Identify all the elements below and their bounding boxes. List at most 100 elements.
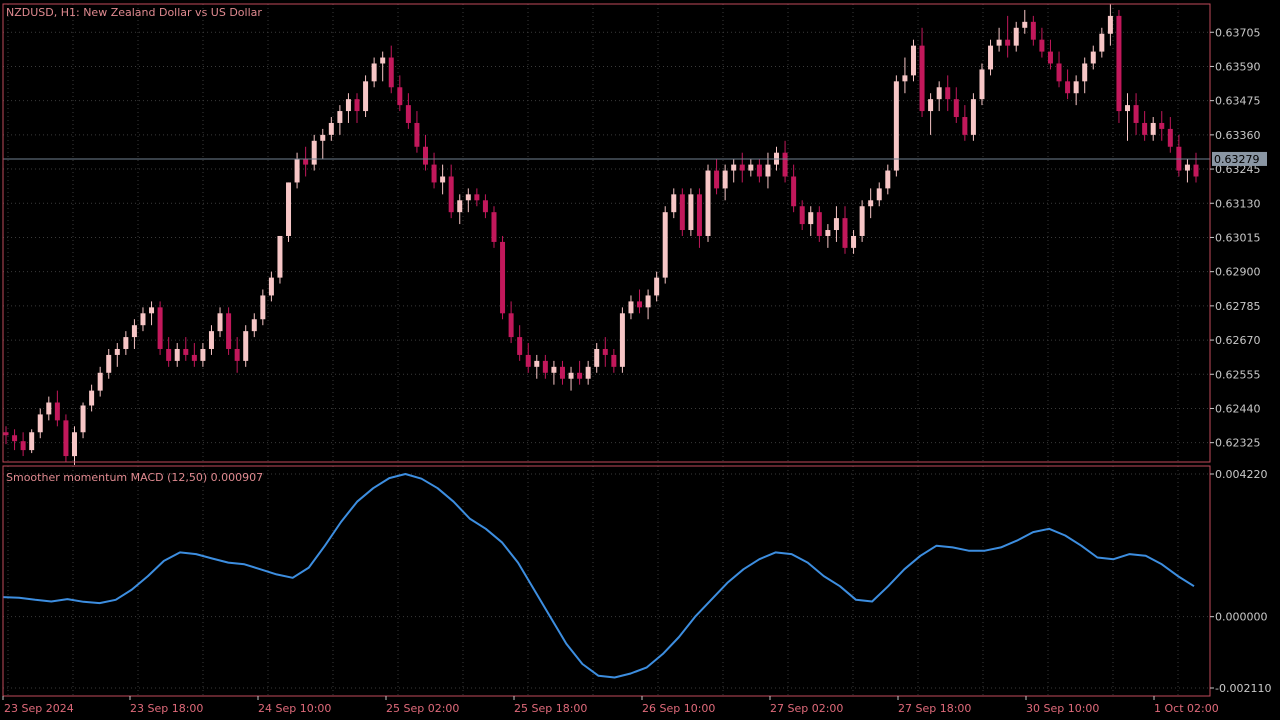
candle-body[interactable] xyxy=(234,348,240,361)
candle-body[interactable] xyxy=(457,200,463,213)
candle-body[interactable] xyxy=(645,295,651,308)
candle-body[interactable] xyxy=(799,206,805,225)
candle-body[interactable] xyxy=(577,372,583,379)
candle-body[interactable] xyxy=(200,348,206,361)
candle-body[interactable] xyxy=(131,325,137,338)
candle-body[interactable] xyxy=(585,366,591,379)
candle-body[interactable] xyxy=(654,277,660,296)
candle-body[interactable] xyxy=(97,372,103,391)
candle-body[interactable] xyxy=(970,99,976,135)
candle-body[interactable] xyxy=(157,307,163,349)
candle-body[interactable] xyxy=(268,277,274,296)
candle-body[interactable] xyxy=(1073,81,1079,94)
candle-body[interactable] xyxy=(123,337,129,349)
candle-body[interactable] xyxy=(833,218,839,231)
candle-body[interactable] xyxy=(1167,128,1173,147)
candle-body[interactable] xyxy=(568,372,574,379)
candle-body[interactable] xyxy=(559,366,565,379)
candle-body[interactable] xyxy=(440,176,446,183)
candle-body[interactable] xyxy=(919,45,925,112)
candle-body[interactable] xyxy=(825,230,831,236)
candle-body[interactable] xyxy=(1065,81,1071,94)
candle-body[interactable] xyxy=(662,212,668,278)
candle-body[interactable] xyxy=(3,432,9,436)
candle-body[interactable] xyxy=(405,105,411,123)
candle-body[interactable] xyxy=(251,319,257,332)
candle-body[interactable] xyxy=(465,194,471,201)
candle-body[interactable] xyxy=(431,164,437,183)
candle-body[interactable] xyxy=(448,176,454,213)
candle-body[interactable] xyxy=(482,200,488,213)
candle-body[interactable] xyxy=(602,348,608,355)
candle-body[interactable] xyxy=(71,432,77,457)
candle-body[interactable] xyxy=(345,99,351,112)
candle-body[interactable] xyxy=(54,402,60,421)
candle-body[interactable] xyxy=(320,134,326,141)
candle-body[interactable] xyxy=(388,57,394,88)
candle-body[interactable] xyxy=(1039,39,1045,52)
candle-body[interactable] xyxy=(714,170,720,189)
candle-body[interactable] xyxy=(902,75,908,82)
candle-body[interactable] xyxy=(474,194,480,201)
candle-body[interactable] xyxy=(748,164,754,171)
candle-body[interactable] xyxy=(782,152,788,177)
candle-body[interactable] xyxy=(688,194,694,231)
candle-body[interactable] xyxy=(885,170,891,189)
candle-body[interactable] xyxy=(1116,15,1122,112)
candle-body[interactable] xyxy=(739,164,745,171)
candle-body[interactable] xyxy=(260,295,266,320)
candle-body[interactable] xyxy=(380,57,386,64)
candle-body[interactable] xyxy=(517,337,523,355)
candle-body[interactable] xyxy=(226,313,232,349)
candle-body[interactable] xyxy=(491,212,497,242)
candle-body[interactable] xyxy=(534,360,540,367)
candle-body[interactable] xyxy=(637,301,643,308)
candle-body[interactable] xyxy=(183,348,189,355)
candle-body[interactable] xyxy=(1056,63,1062,82)
candle-body[interactable] xyxy=(29,432,35,451)
candle-body[interactable] xyxy=(1150,122,1156,135)
candle-body[interactable] xyxy=(962,117,968,135)
candle-body[interactable] xyxy=(191,354,197,361)
candle-body[interactable] xyxy=(816,212,822,236)
candle-body[interactable] xyxy=(1107,15,1113,34)
candle-body[interactable] xyxy=(1082,63,1088,82)
candle-body[interactable] xyxy=(842,218,848,248)
candle-body[interactable] xyxy=(756,164,762,177)
candle-body[interactable] xyxy=(208,331,214,349)
candle-body[interactable] xyxy=(1193,164,1199,177)
candle-body[interactable] xyxy=(765,164,771,177)
candle-body[interactable] xyxy=(243,331,249,361)
candle-body[interactable] xyxy=(945,87,951,100)
candle-body[interactable] xyxy=(876,188,882,201)
candle-body[interactable] xyxy=(311,140,317,165)
candle-body[interactable] xyxy=(542,360,548,373)
candle-body[interactable] xyxy=(953,99,959,118)
candle-body[interactable] xyxy=(928,99,934,112)
candle-body[interactable] xyxy=(791,176,797,207)
candle-body[interactable] xyxy=(354,99,360,112)
candle-body[interactable] xyxy=(996,39,1002,46)
candle-body[interactable] xyxy=(893,81,899,171)
candle-body[interactable] xyxy=(500,241,506,314)
candle-body[interactable] xyxy=(106,354,112,373)
candle-body[interactable] xyxy=(217,313,223,332)
candle-body[interactable] xyxy=(731,164,737,171)
candle-body[interactable] xyxy=(286,182,292,236)
candle-body[interactable] xyxy=(422,146,428,165)
candle-body[interactable] xyxy=(859,206,865,236)
candle-body[interactable] xyxy=(303,158,309,165)
candle-body[interactable] xyxy=(328,122,334,135)
candle-body[interactable] xyxy=(868,200,874,207)
candle-body[interactable] xyxy=(140,313,146,326)
candle-body[interactable] xyxy=(80,405,86,433)
candle-body[interactable] xyxy=(936,87,942,100)
candle-body[interactable] xyxy=(397,87,403,106)
candle-body[interactable] xyxy=(1159,122,1165,129)
candle-body[interactable] xyxy=(294,158,300,183)
candle-body[interactable] xyxy=(679,194,685,231)
candle-body[interactable] xyxy=(46,402,52,415)
candle-body[interactable] xyxy=(671,194,677,213)
candle-body[interactable] xyxy=(166,348,172,361)
candle-body[interactable] xyxy=(851,235,857,248)
